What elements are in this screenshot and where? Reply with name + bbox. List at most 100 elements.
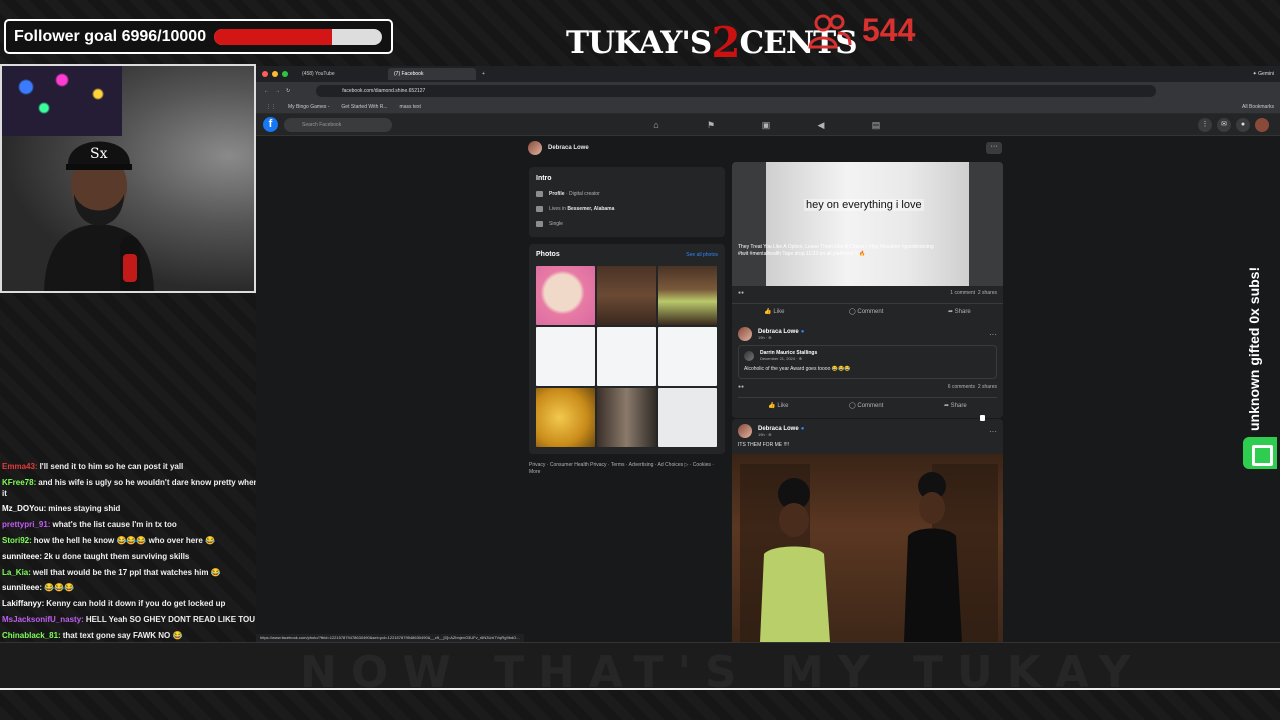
profile-name[interactable]: Debraca Lowe (548, 145, 589, 151)
post-more-icon[interactable]: ··· (989, 427, 997, 436)
photo-thumbnail[interactable] (658, 266, 717, 325)
tab-youtube[interactable]: (458) YouTube (296, 68, 384, 80)
facebook-footer-links[interactable]: Privacy · Consumer Health Privacy · Term… (529, 462, 714, 476)
facebook-logo-icon[interactable]: f (263, 117, 278, 132)
banner-text: NOW THAT'S MY TUKAY (300, 647, 1145, 690)
stream-layout: Follower goal 6996/10000 TUKAY'S2CENTS 5… (0, 0, 1280, 720)
all-bookmarks-button[interactable]: All Bookmarks (1242, 104, 1274, 110)
comment-label: Comment (857, 309, 884, 315)
microphone (120, 236, 140, 291)
address-bar[interactable]: facebook.com/diamond.shine.652127 (316, 85, 1157, 97)
photos-card: Photos See all photos (529, 244, 725, 454)
share-label: Share (954, 309, 971, 315)
photo-thumbnail[interactable] (536, 327, 595, 386)
forward-icon[interactable]: → (275, 88, 280, 94)
more-options-icon[interactable]: ··· (986, 142, 1002, 154)
photo-thumbnail[interactable] (658, 388, 717, 447)
post-author[interactable]: Debraca Lowe (758, 329, 799, 335)
chat-text: Kenny can hold it down if you do get loc… (46, 599, 226, 609)
see-all-photos-link[interactable]: See all photos (686, 252, 718, 258)
comment-count[interactable]: 6 comments (948, 384, 975, 390)
minimize-window-icon[interactable] (272, 71, 278, 77)
post-video-thumbnail[interactable]: hey on everything i love They Treat You … (732, 162, 1003, 286)
reactions-icon[interactable]: ●● (738, 290, 744, 296)
profile-icon (536, 191, 543, 197)
apps-icon[interactable]: ⋮⋮ (266, 104, 276, 110)
photo-thumbnail[interactable] (597, 388, 656, 447)
post-time[interactable]: 19h · ⊕ (758, 335, 804, 340)
home-icon[interactable]: ⌂ (650, 119, 662, 131)
post-actions: 👍 Like ◯ Comment ➦ Share (732, 303, 1003, 315)
chat-message: MsJacksonifU_nasty: HELL Yeah SO GHEY DON… (0, 613, 290, 629)
gemini-button[interactable]: ✦ Gemini (1253, 71, 1274, 77)
chat-text: 2k u done taught them surviving skills (44, 551, 190, 561)
like-label: Like (777, 403, 789, 409)
messenger-icon[interactable]: ✉ (1217, 118, 1231, 132)
chat-username: sunniteee: (2, 583, 43, 593)
post-author[interactable]: Debraca Lowe (758, 426, 799, 432)
share-button[interactable]: ➦ Share (948, 308, 971, 315)
avatar[interactable] (744, 350, 754, 361)
photo-thumbnail[interactable] (597, 266, 656, 325)
like-label: Like (773, 309, 785, 315)
tab-strip: (458) YouTube (7) Facebook + ✦ Gemini (256, 66, 1280, 82)
chat-username: MsJacksonifU_nasty: (2, 614, 84, 624)
bookmark-item[interactable]: Get Started With R... (341, 104, 387, 110)
megaphone-icon[interactable]: ◀ (815, 119, 827, 131)
marketplace-icon[interactable]: ▣ (760, 119, 772, 131)
share-button[interactable]: ➦ Share (944, 402, 967, 409)
photo-thumbnail[interactable] (536, 388, 595, 447)
notifications-icon[interactable]: ● (1236, 118, 1250, 132)
chat-text: 😂😂😂 (44, 583, 74, 593)
avatar[interactable] (738, 327, 752, 341)
close-window-icon[interactable] (262, 71, 268, 77)
post-photo[interactable] (732, 454, 1003, 642)
like-button[interactable]: 👍 Like (768, 402, 788, 409)
share-count[interactable]: 2 shares (978, 384, 997, 390)
chat-username: sunniteee: (2, 551, 43, 561)
facebook-search-input[interactable]: Search Facebook (284, 117, 392, 132)
tab-facebook[interactable]: (7) Facebook (388, 68, 476, 80)
maximize-window-icon[interactable] (282, 71, 288, 77)
shared-post[interactable]: Darrin Maurice Stallings December 21, 20… (738, 345, 997, 379)
comment-button[interactable]: ◯ Comment (849, 308, 883, 315)
lives-value[interactable]: Bessemer, Alabama (567, 206, 614, 212)
menu-grid-icon[interactable]: ⋮ (1198, 118, 1212, 132)
share-count[interactable]: 2 shares (978, 290, 997, 296)
avatar[interactable] (528, 141, 542, 155)
chat-text: I'll send it to him so he can post it ya… (39, 462, 184, 471)
comment-button[interactable]: ◯ Comment (849, 402, 883, 409)
back-icon[interactable]: ← (264, 88, 269, 94)
photo-thumbnail[interactable] (597, 327, 656, 386)
chat-message: Lakiffanyy: Kenny can hold it down if you… (0, 597, 290, 613)
chat-message: KFree78: and his wife is ugly so he would… (0, 476, 290, 503)
viewers-icon (808, 14, 852, 48)
logo-mid: 2 (711, 18, 740, 67)
share-label: Share (950, 403, 967, 409)
post-card: Debraca Lowe ● 19h · ⊕ ··· ITS THEM FOR M… (732, 419, 1003, 454)
bookmark-item[interactable]: mass text (400, 104, 421, 110)
divider (0, 688, 1280, 690)
sub-gift-alert: unknown gifted 0x subs! (1246, 266, 1262, 431)
account-avatar[interactable] (1255, 118, 1269, 132)
like-button[interactable]: 👍 Like (764, 308, 784, 315)
flag-icon[interactable]: ⚑ (705, 119, 717, 131)
post-more-icon[interactable]: ··· (989, 330, 997, 339)
avatar[interactable] (738, 424, 752, 438)
video-frame (766, 162, 969, 286)
new-tab-icon[interactable]: + (482, 71, 485, 77)
post-actions: 👍 Like ◯ Comment ➦ Share (738, 397, 997, 409)
facebook-navbar: f Search Facebook ⌂ ⚑ ▣ ◀ ▤ ⋮ ✉ ● (256, 114, 1280, 136)
post-header: Debraca Lowe ● 19h · ⊕ ··· (738, 424, 997, 438)
photo-thumbnail[interactable] (658, 327, 717, 386)
comment-count[interactable]: 1 comment (950, 290, 975, 296)
gaming-icon[interactable]: ▤ (870, 119, 882, 131)
profile-label: Profile (549, 191, 565, 197)
bookmark-item[interactable]: My Bingo Games - (288, 104, 329, 110)
photo-thumbnail[interactable] (536, 266, 595, 325)
reload-icon[interactable]: ↻ (286, 88, 290, 94)
video-description: They Treat You Like A Option, Leave Them… (738, 244, 934, 257)
chat-username: KFree78: (2, 477, 37, 487)
reactions-icon[interactable]: ●● (738, 384, 744, 390)
post-time[interactable]: 19h · ⊕ (758, 432, 804, 437)
